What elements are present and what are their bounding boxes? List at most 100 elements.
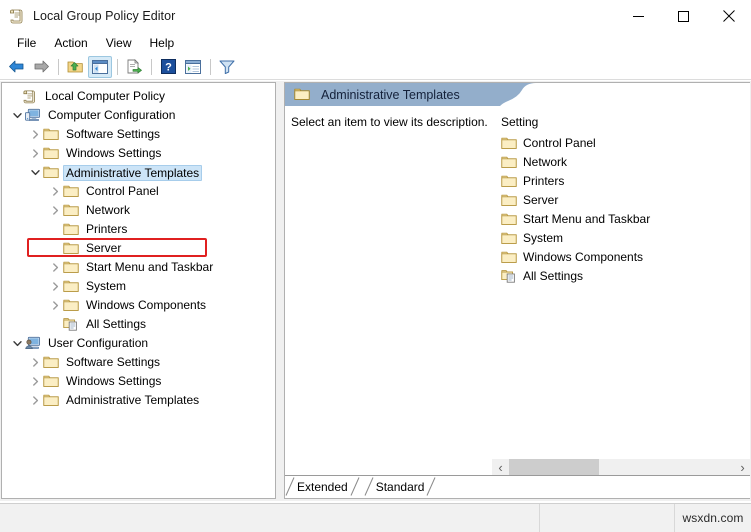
- watermark-text: wsxdn.com: [682, 511, 744, 525]
- chevron-none: [47, 241, 63, 257]
- tree-item-windows-settings-computer[interactable]: Windows Settings: [2, 144, 275, 163]
- tree-item-start-menu-and-taskbar[interactable]: Start Menu and Taskbar: [2, 258, 275, 277]
- tab-label: Extended: [297, 479, 348, 494]
- tree-item-administrative-templates-user[interactable]: Administrative Templates: [2, 391, 275, 410]
- folder-icon: [43, 127, 60, 143]
- list-item-label: Control Panel: [523, 136, 596, 150]
- chevron-down-icon[interactable]: [27, 165, 43, 181]
- tree-item-system[interactable]: System: [2, 277, 275, 296]
- maximize-button[interactable]: [661, 0, 706, 32]
- menu-action[interactable]: Action: [45, 34, 96, 52]
- chevron-right-icon[interactable]: [47, 203, 63, 219]
- tree-item-software-settings-computer[interactable]: Software Settings: [2, 125, 275, 144]
- menu-help[interactable]: Help: [141, 34, 184, 52]
- policy-tree: Local Computer Policy Computer Configura…: [2, 83, 275, 410]
- tree-item-printers[interactable]: Printers: [2, 220, 275, 239]
- folder-icon: [43, 165, 60, 181]
- chevron-right-icon[interactable]: [47, 298, 63, 314]
- scroll-track[interactable]: [509, 459, 734, 475]
- tree-item-user-configuration[interactable]: User Configuration: [2, 334, 275, 353]
- properties-icon[interactable]: [181, 56, 205, 78]
- tree-item-control-panel[interactable]: Control Panel: [2, 182, 275, 201]
- list-item-label: Windows Components: [523, 250, 644, 264]
- tree-item-software-settings-user[interactable]: Software Settings: [2, 353, 275, 372]
- forward-arrow-icon[interactable]: [29, 56, 53, 78]
- tree-item-administrative-templates-computer[interactable]: Administrative Templates: [2, 163, 275, 182]
- list-item[interactable]: Server: [497, 191, 750, 210]
- panel-splitter[interactable]: [277, 82, 283, 499]
- tree-item-windows-components[interactable]: Windows Components: [2, 296, 275, 315]
- folder-icon: [501, 136, 518, 151]
- menu-view[interactable]: View: [97, 34, 141, 52]
- list-item-label: All Settings: [523, 269, 584, 283]
- up-folder-icon[interactable]: [63, 56, 87, 78]
- details-header: Administrative Templates: [285, 83, 750, 106]
- minimize-button[interactable]: [616, 0, 661, 32]
- folder-icon: [501, 155, 518, 170]
- chevron-down-icon[interactable]: [9, 108, 25, 124]
- chevron-down-icon[interactable]: [9, 336, 25, 352]
- column-header-setting[interactable]: Setting: [497, 115, 750, 134]
- details-content: Select an item to view its description. …: [285, 106, 750, 476]
- close-button[interactable]: [706, 0, 751, 32]
- tree-item-network[interactable]: Network: [2, 201, 275, 220]
- tree-item-server[interactable]: Server: [2, 239, 275, 258]
- chevron-none: [47, 317, 63, 333]
- list-item[interactable]: Printers: [497, 172, 750, 191]
- tree-item-windows-settings-user[interactable]: Windows Settings: [2, 372, 275, 391]
- list-item[interactable]: Start Menu and Taskbar: [497, 210, 750, 229]
- tree-item-local-computer-policy[interactable]: Local Computer Policy: [2, 87, 275, 106]
- folder-icon: [63, 298, 80, 314]
- chevron-none: [6, 89, 22, 105]
- tab-standard[interactable]: Standard: [364, 476, 436, 497]
- menu-file[interactable]: File: [8, 34, 45, 52]
- list-item-label: Start Menu and Taskbar: [523, 212, 651, 226]
- chevron-right-icon[interactable]: [47, 279, 63, 295]
- chevron-right-icon[interactable]: [47, 184, 63, 200]
- list-item-label: Server: [523, 193, 559, 207]
- export-list-icon[interactable]: [122, 56, 146, 78]
- toolbar-separator: [151, 58, 152, 75]
- list-item[interactable]: All Settings: [497, 267, 750, 286]
- chevron-right-icon[interactable]: [27, 146, 43, 162]
- list-item[interactable]: Windows Components: [497, 248, 750, 267]
- tree-item-label: Windows Settings: [66, 146, 162, 160]
- horizontal-scrollbar[interactable]: ‹ ›: [492, 459, 750, 475]
- tree-item-computer-configuration[interactable]: Computer Configuration: [2, 106, 275, 125]
- folder-icon: [501, 193, 518, 208]
- tree-item-label: Administrative Templates: [63, 164, 203, 181]
- list-item[interactable]: System: [497, 229, 750, 248]
- scroll-right-arrow[interactable]: ›: [734, 459, 750, 475]
- chevron-right-icon[interactable]: [27, 374, 43, 390]
- scroll-left-arrow[interactable]: ‹: [492, 459, 509, 475]
- filter-icon[interactable]: [215, 56, 239, 78]
- list-item[interactable]: Control Panel: [497, 134, 750, 153]
- chevron-right-icon[interactable]: [47, 260, 63, 276]
- chevron-right-icon[interactable]: [27, 393, 43, 409]
- folder-icon: [43, 374, 60, 390]
- folder-icon: [63, 203, 80, 219]
- show-hide-tree-icon[interactable]: [88, 55, 112, 78]
- list-item[interactable]: Network: [497, 153, 750, 172]
- tab-label: Standard: [375, 479, 425, 494]
- folder-icon: [63, 241, 80, 257]
- tree-item-label: Software Settings: [66, 355, 161, 369]
- tab-extended[interactable]: Extended: [285, 476, 360, 497]
- tree-item-all-settings[interactable]: All Settings: [2, 315, 275, 334]
- back-arrow-icon[interactable]: [4, 56, 28, 78]
- description-text: Select an item to view its description.: [291, 115, 488, 129]
- tree-item-label: Computer Configuration: [48, 108, 176, 122]
- description-pane: Select an item to view its description.: [285, 106, 497, 476]
- tree-item-label: Administrative Templates: [66, 393, 200, 407]
- chevron-right-icon[interactable]: [27, 127, 43, 143]
- title-bar: Local Group Policy Editor: [0, 0, 751, 32]
- help-icon[interactable]: ?: [156, 56, 180, 78]
- status-segment-secondary: [540, 504, 675, 532]
- user-icon: [25, 336, 42, 352]
- scroll-thumb[interactable]: [509, 459, 599, 475]
- window-title: Local Group Policy Editor: [33, 9, 176, 23]
- tree-item-label: Server: [86, 241, 122, 255]
- folder-icon: [43, 146, 60, 162]
- folder-icon: [501, 212, 518, 227]
- chevron-right-icon[interactable]: [27, 355, 43, 371]
